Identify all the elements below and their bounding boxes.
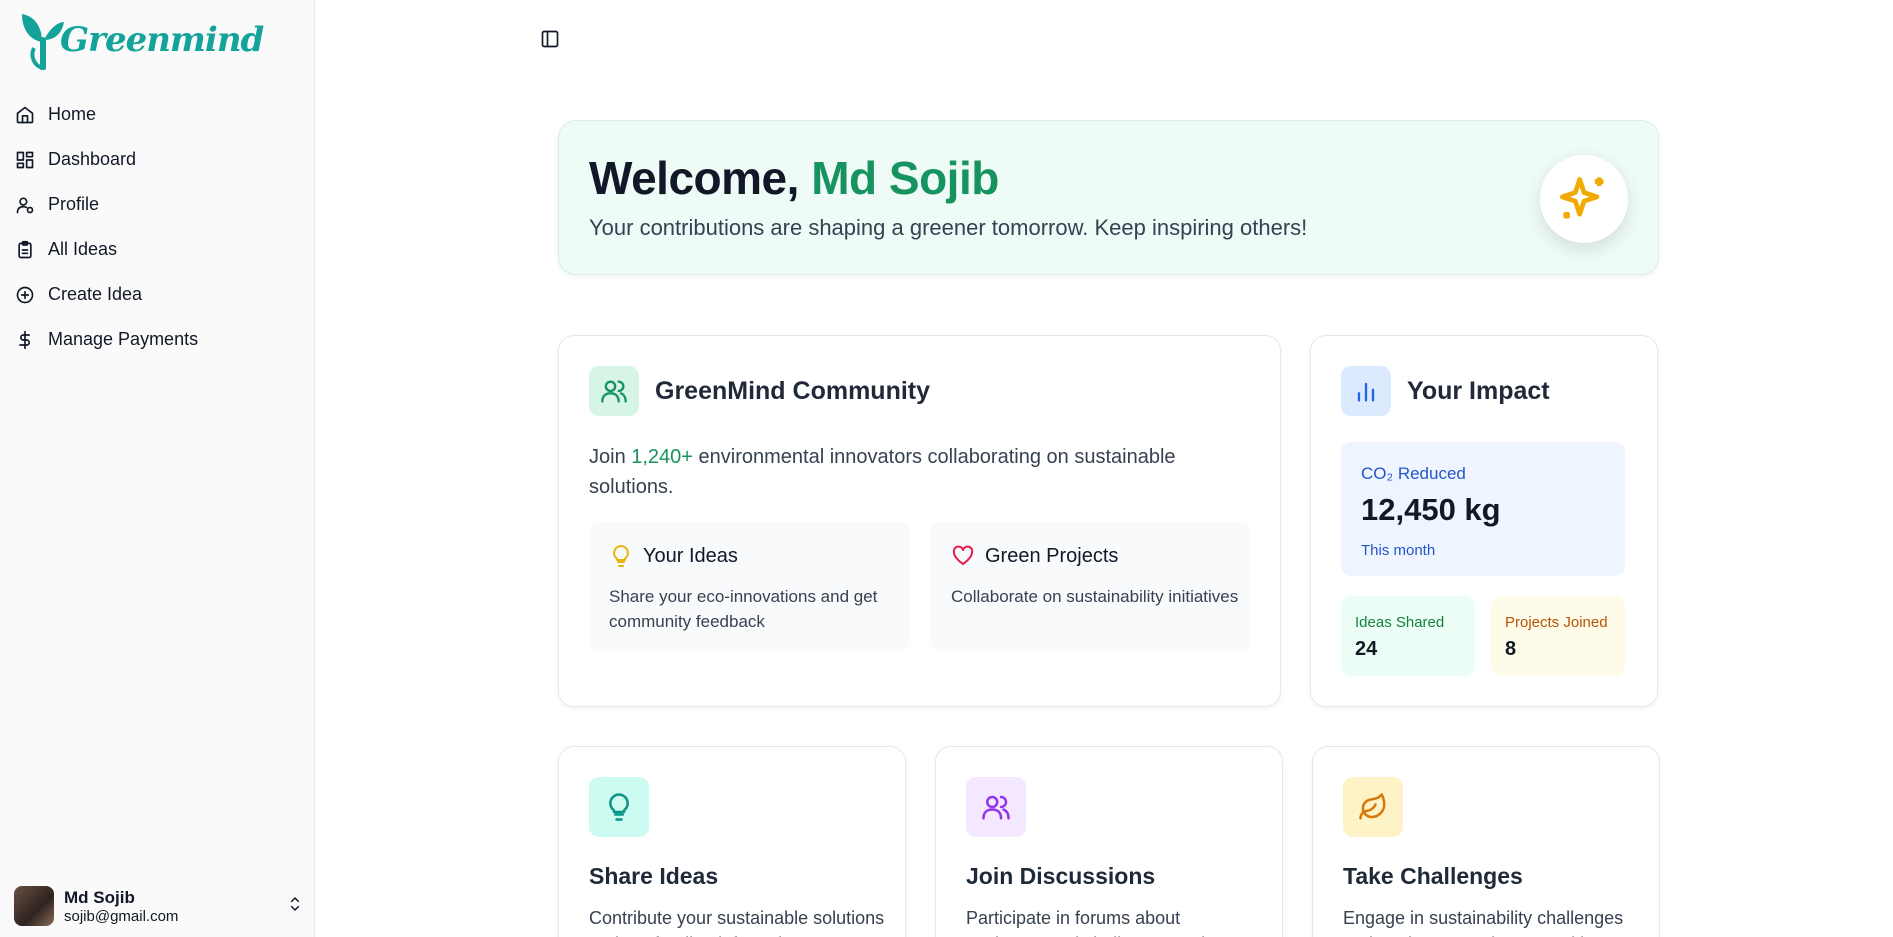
community-text-before: Join [589,446,632,468]
panel-left-icon [541,30,559,48]
welcome-subtitle: Your contributions are shaping a greener… [589,215,1308,240]
sidebar-item-label: All Ideas [48,239,118,259]
feature-icon-box [1343,777,1403,837]
community-description: Join 1,240+ environmental innovators col… [589,442,1229,502]
user-icon [14,194,36,216]
feature-title: Join Discussions [966,863,1156,889]
sparkle-badge [1540,155,1628,243]
your-ideas-desc: Share your eco-innovations and get commu… [609,587,878,631]
avatar [14,886,54,926]
feature-icon-box [589,777,649,837]
impact-icon-box [1341,366,1391,416]
community-card: GreenMind Community Join 1,240+ environm… [558,335,1281,707]
sidebar-item-profile[interactable]: Profile [14,182,304,227]
sidebar-item-label: Manage Payments [48,329,199,349]
sidebar-item-label: Create Idea [48,284,143,304]
community-icon-box [589,366,639,416]
user-name: Md Sojib [64,887,135,907]
ideas-shared-label: Ideas Shared [1355,614,1445,631]
dashboard-icon [14,149,36,171]
projects-joined-value: 8 [1505,638,1517,660]
feature-card-join-discussions[interactable]: Join Discussions Participate in forums a… [935,746,1283,937]
community-header: GreenMind Community [589,366,930,416]
sidebar-item-label: Profile [48,194,100,214]
lightbulb-icon [609,793,629,821]
ideas-shared-value: 24 [1355,638,1378,660]
co2-label: CO₂ Reduced [1361,464,1466,483]
co2-value: 12,450 kg [1361,492,1501,527]
your-ideas-header: Your Ideas [609,544,738,568]
sidebar-item-label: Home [48,104,97,124]
plus-circle-icon [14,284,36,306]
clipboard-icon [14,239,36,261]
heart-icon [952,545,974,565]
impact-card: Your Impact CO₂ Reduced 12,450 kg This m… [1310,335,1658,707]
user-email: sojib@gmail.com [64,907,179,925]
impact-header: Your Impact [1341,366,1550,416]
home-icon [14,104,36,126]
green-projects-box[interactable]: Green Projects Collaborate on sustainabi… [931,522,1251,652]
welcome-user-name: Md Sojib [811,152,999,204]
your-ideas-box[interactable]: Your Ideas Share your eco-innovations an… [589,522,909,652]
feature-desc: Engage in sustainability challenges and … [1343,908,1633,937]
feature-desc: Contribute your sustainable solutions an… [589,908,885,937]
feature-title: Take Challenges [1343,863,1523,889]
sidebar: Greenmind Home Dashboard Profile All Ide… [0,0,315,937]
co2-period: This month [1361,542,1436,559]
co2-reduced-panel: CO₂ Reduced 12,450 kg This month [1341,442,1625,576]
leaf-icon [1359,793,1386,820]
dollar-icon [14,329,36,351]
users-icon [601,380,627,403]
brand-name: Greenmind [60,20,264,60]
your-ideas-title: Your Ideas [643,544,738,567]
impact-title: Your Impact [1407,376,1550,405]
sidebar-item-label: Dashboard [48,149,137,169]
user-info: Md Sojib sojib@gmail.com [64,888,286,925]
brand-logo[interactable]: Greenmind [20,8,264,72]
bar-chart-icon [1357,382,1375,402]
community-count: 1,240+ [631,446,693,468]
sidebar-item-all-ideas[interactable]: All Ideas [14,227,304,272]
community-title: GreenMind Community [655,376,931,405]
sidebar-toggle-button[interactable] [540,29,560,49]
sidebar-item-home[interactable]: Home [14,92,304,137]
sidebar-item-dashboard[interactable]: Dashboard [14,137,304,182]
sidebar-item-create-idea[interactable]: Create Idea [14,272,304,317]
welcome-title: Welcome, Md Sojib [589,151,999,205]
ideas-shared-stat: Ideas Shared 24 [1341,596,1475,676]
projects-joined-stat: Projects Joined 8 [1491,596,1625,676]
feature-title: Share Ideas [589,863,719,889]
projects-joined-label: Projects Joined [1505,614,1608,631]
user-menu[interactable]: Md Sojib sojib@gmail.com [14,884,304,928]
users-icon [982,795,1010,820]
chevron-up-down-icon[interactable] [286,895,304,918]
feature-desc: Participate in forums about environmenta… [966,908,1205,937]
green-projects-desc: Collaborate on sustainability initiative… [951,587,1239,606]
sidebar-nav: Home Dashboard Profile All Ideas Create … [14,92,304,362]
green-projects-title: Green Projects [985,544,1119,567]
green-projects-header: Green Projects [951,544,1118,568]
welcome-greeting: Welcome, [589,152,812,204]
feature-card-take-challenges[interactable]: Take Challenges Engage in sustainability… [1312,746,1660,937]
sparkles-icon [1559,177,1604,219]
feature-icon-box [966,777,1026,837]
welcome-banner: Welcome, Md Sojib Your contributions are… [558,120,1659,275]
feature-card-share-ideas[interactable]: Share Ideas Contribute your sustainable … [558,746,906,937]
lightbulb-icon [613,545,629,567]
sidebar-item-manage-payments[interactable]: Manage Payments [14,317,304,362]
